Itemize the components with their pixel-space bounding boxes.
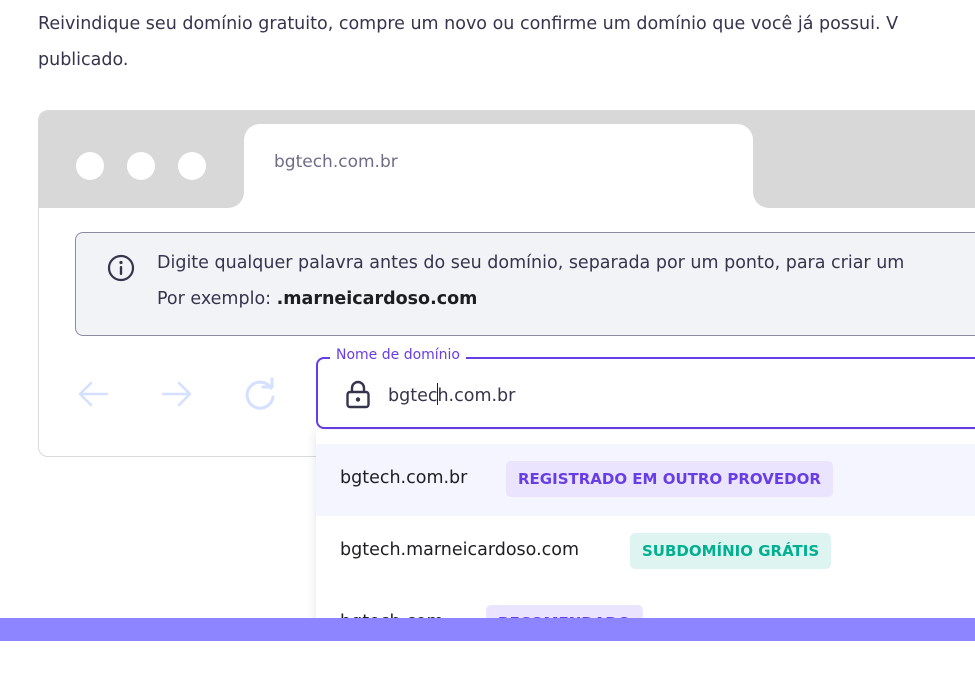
reload-icon[interactable]	[241, 376, 279, 418]
suggestion-domain: bgtech.com.br	[340, 468, 468, 488]
domain-field-label: Nome de domínio	[330, 347, 466, 363]
suggestion-domain: bgtech.marneicardoso.com	[340, 540, 580, 560]
domain-name-input[interactable]: Nome de domínio bgtech.com.br	[316, 347, 975, 429]
intro-line-1: Reivindique seu domínio gratuito, compre…	[38, 14, 899, 34]
suggestion-item[interactable]: bgtech.com.br REGISTRADO EM OUTRO PROVED…	[316, 444, 975, 516]
status-badge: SUBDOMÍNIO GRÁTIS	[630, 533, 832, 569]
intro-text: Reivindique seu domínio gratuito, compre…	[38, 6, 975, 78]
info-notice: Digite qualquer palavra antes do seu dom…	[75, 232, 975, 336]
tab-title: bgtech.com.br	[274, 152, 398, 172]
domain-suggestions-dropdown: bgtech.com.br REGISTRADO EM OUTRO PROVED…	[316, 430, 975, 630]
intro-line-2: publicado.	[38, 50, 129, 70]
value-before-caret: bgtec	[388, 386, 438, 406]
arrow-right-icon[interactable]	[159, 376, 195, 416]
status-badge: REGISTRADO EM OUTRO PROVEDOR	[506, 461, 833, 497]
info-icon	[106, 253, 136, 287]
window-dot-2	[127, 152, 155, 180]
tab-bar: bgtech.com.br	[39, 111, 975, 208]
domain-field-value: bgtech.com.br	[388, 383, 515, 406]
window-dot-1	[76, 152, 104, 180]
lock-icon	[344, 379, 372, 413]
info-example-domain: .marneicardoso.com	[276, 289, 478, 309]
suggestion-item[interactable]: bgtech.marneicardoso.com SUBDOMÍNIO GRÁT…	[316, 516, 975, 588]
bottom-banner-strip	[0, 618, 975, 641]
window-dot-3	[178, 152, 206, 180]
arrow-left-icon[interactable]	[75, 376, 111, 416]
info-text-line-2: Por exemplo: .marneicardoso.com	[157, 289, 477, 309]
value-after-caret: h.com.br	[437, 386, 516, 406]
browser-tab[interactable]: bgtech.com.br	[244, 124, 753, 208]
info-text-line-1: Digite qualquer palavra antes do seu dom…	[157, 253, 905, 273]
info-example-prefix: Por exemplo:	[157, 289, 277, 309]
